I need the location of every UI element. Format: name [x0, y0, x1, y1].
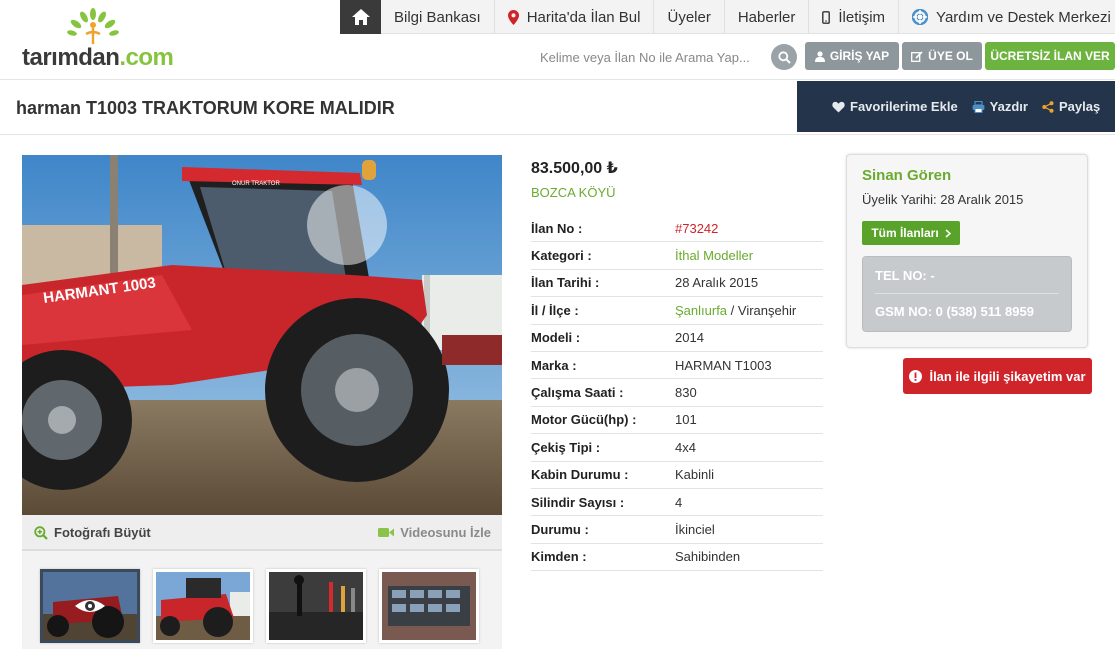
- search-input[interactable]: Kelime veya İlan No ile Arama Yap...: [540, 44, 770, 70]
- spec-row: Silindir Sayısı : 4: [531, 489, 823, 517]
- spec-table: İlan No : #73242 Kategori : İthal Modeller…: [531, 215, 823, 572]
- watch-video-button[interactable]: Videosunu İzle: [378, 525, 491, 540]
- city-link[interactable]: Şanlıurfa: [675, 303, 727, 318]
- share-button[interactable]: Paylaş: [1042, 99, 1100, 114]
- nav-harita[interactable]: Harita'da İlan Bul: [495, 0, 655, 34]
- spec-row: İl / İlçe : Şanlıurfa / Viranşehir: [531, 297, 823, 325]
- spec-key: İlan No :: [531, 220, 583, 236]
- spec-key: Kimden :: [531, 549, 587, 565]
- spec-value: İkinciel: [675, 521, 715, 537]
- category-link[interactable]: İthal Modeller: [675, 248, 753, 263]
- chevron-right-icon: [945, 228, 951, 238]
- spec-key: İlan Tarihi :: [531, 275, 600, 291]
- nav-uyeler[interactable]: Üyeler: [654, 0, 725, 34]
- tree-logo-icon: [67, 8, 119, 44]
- spec-row: Kategori : İthal Modeller: [531, 242, 823, 270]
- nav-bilgi-bankasi[interactable]: Bilgi Bankası: [381, 0, 495, 34]
- thumbnail-2[interactable]: [153, 569, 253, 643]
- login-button[interactable]: GİRİŞ YAP: [805, 42, 899, 70]
- spec-row: İlan No : #73242: [531, 215, 823, 243]
- home-button[interactable]: [340, 0, 381, 34]
- print-icon: [972, 100, 985, 113]
- gsm-number[interactable]: GSM NO: 0 (538) 511 8959: [875, 293, 1059, 329]
- spec-row: Kabin Durumu : Kabinli: [531, 462, 823, 489]
- top-navigation: Bilgi Bankası Harita'da İlan Bul Üyeler …: [340, 0, 1115, 34]
- spec-value: 4x4: [675, 439, 696, 455]
- register-button[interactable]: ÜYE OL: [902, 42, 982, 70]
- spec-key: Çalışma Saati :: [531, 385, 624, 401]
- spec-row: Kimden : Sahibinden: [531, 544, 823, 572]
- zoom-in-icon: [34, 525, 48, 540]
- listing-actions: Favorilerime Ekle Yazdır Paylaş: [797, 81, 1115, 132]
- heart-icon: [832, 101, 845, 112]
- listing-title-bar: harman T1003 TRAKTORUM KORE MALIDIR Favo…: [0, 81, 1115, 135]
- video-camera-icon: [378, 528, 395, 537]
- spec-row: Çalışma Saati : 830: [531, 379, 823, 407]
- listing-price: 83.500,00 ₺: [531, 160, 618, 177]
- spec-value: 2014: [675, 330, 704, 346]
- page-title: harman T1003 TRAKTORUM KORE MALIDIR: [16, 98, 395, 118]
- thumbnail-1[interactable]: [40, 569, 140, 643]
- spec-value: 101: [675, 412, 697, 428]
- favorite-button[interactable]: Favorilerime Ekle: [832, 99, 958, 114]
- thumbnail-4[interactable]: [379, 569, 479, 643]
- tel-number: TEL NO: -: [875, 267, 935, 283]
- search-icon: [777, 50, 791, 64]
- map-pin-icon: [507, 9, 519, 25]
- report-listing-button[interactable]: İlan ile ilgili şikayetim var: [903, 358, 1092, 394]
- spec-key: Durumu :: [531, 521, 589, 537]
- spec-value: Kabinli: [675, 467, 715, 483]
- edit-icon: [911, 50, 923, 62]
- spec-key: Kabin Durumu :: [531, 467, 629, 483]
- seller-card: Sinan Gören Üyelik Yarihi: 28 Aralık 201…: [846, 154, 1088, 348]
- spec-value: 4: [675, 494, 683, 510]
- home-icon: [351, 9, 370, 25]
- spec-value: 830: [675, 385, 697, 401]
- spec-key: Marka :: [531, 357, 577, 373]
- seller-name[interactable]: Sinan Gören: [862, 167, 951, 184]
- spec-row: Durumu : İkinciel: [531, 516, 823, 544]
- tractor-photo: HARMANT 1003 ONUR TRAKTOR: [22, 155, 502, 515]
- site-logo[interactable]: tarımdan.com: [22, 8, 187, 71]
- spec-key: Çekiş Tipi :: [531, 439, 601, 455]
- all-listings-button[interactable]: Tüm İlanları: [862, 221, 960, 245]
- svg-text:ONUR TRAKTOR: ONUR TRAKTOR: [232, 181, 280, 187]
- site-header: tarımdan.com Bilgi Bankası Harita'da İla…: [0, 0, 1115, 80]
- spec-key: Silindir Sayısı :: [531, 494, 625, 510]
- listing-number: #73242: [675, 220, 719, 236]
- listing-location: BOZCA KÖYÜ: [531, 185, 616, 200]
- spec-value: HARMAN T1003: [675, 357, 772, 373]
- spec-value: 28 Aralık 2015: [675, 275, 759, 291]
- mobile-phone-icon: [822, 10, 831, 24]
- print-button[interactable]: Yazdır: [972, 99, 1028, 114]
- phone-box: TEL NO: - GSM NO: 0 (538) 511 8959: [862, 256, 1072, 332]
- logo-wordmark: tarımdan.com: [22, 44, 174, 71]
- spec-key: Motor Gücü(hp) :: [531, 412, 637, 428]
- spec-row: Marka : HARMAN T1003: [531, 352, 823, 380]
- spec-row: Motor Gücü(hp) : 101: [531, 407, 823, 435]
- lifebuoy-icon: [912, 9, 929, 25]
- share-icon: [1042, 100, 1054, 113]
- spec-key: Modeli :: [531, 330, 581, 346]
- enlarge-photo-button[interactable]: Fotoğrafı Büyüt: [34, 525, 151, 540]
- user-icon: [814, 50, 825, 62]
- spec-value: Sahibinden: [675, 549, 741, 565]
- spec-row: Çekiş Tipi : 4x4: [531, 434, 823, 462]
- spec-key: Kategori :: [531, 248, 592, 264]
- post-free-ad-button[interactable]: ÜCRETSİZ İLAN VER: [985, 42, 1115, 70]
- spec-key: İl / İlçe :: [531, 302, 579, 318]
- nav-iletisim[interactable]: İletişim: [809, 0, 900, 34]
- spec-row: Modeli : 2014: [531, 325, 823, 352]
- photo-toolbar: Fotoğrafı Büyüt Videosunu İzle: [22, 515, 502, 551]
- search-button[interactable]: [771, 44, 797, 70]
- thumbnail-3[interactable]: [266, 569, 366, 643]
- exclamation-circle-icon: [909, 369, 923, 383]
- spec-row: İlan Tarihi : 28 Aralık 2015: [531, 270, 823, 298]
- member-since: Üyelik Yarihi: 28 Aralık 2015: [862, 192, 1024, 207]
- main-photo[interactable]: HARMANT 1003 ONUR TRAKTOR: [22, 155, 502, 515]
- nav-yardim[interactable]: Yardım ve Destek Merkezi: [899, 0, 1115, 34]
- nav-haberler[interactable]: Haberler: [725, 0, 810, 34]
- district-text: / Viranşehir: [727, 302, 797, 318]
- photo-thumbnails: [22, 551, 502, 649]
